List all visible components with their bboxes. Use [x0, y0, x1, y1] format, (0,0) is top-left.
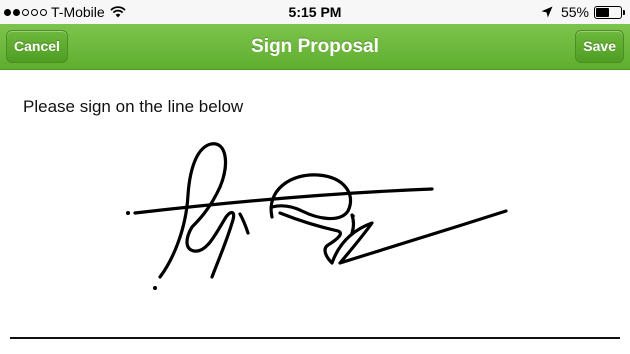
page-title: Sign Proposal: [251, 36, 379, 57]
signature-area[interactable]: Please sign on the line below: [0, 71, 630, 354]
navigation-bar: Cancel Sign Proposal Save: [0, 24, 630, 70]
location-arrow-icon: [541, 6, 553, 18]
status-right: 55%: [541, 3, 625, 21]
battery-percent: 55%: [560, 4, 589, 20]
battery-fill: [596, 7, 610, 17]
status-time: 5:15 PM: [288, 4, 342, 20]
signature-drawing[interactable]: [0, 71, 630, 354]
save-button[interactable]: Save: [575, 30, 624, 63]
battery-icon: [594, 5, 625, 19]
signature-line: [10, 337, 620, 339]
status-bar: T-Mobile 5:15 PM 55%: [0, 0, 630, 24]
